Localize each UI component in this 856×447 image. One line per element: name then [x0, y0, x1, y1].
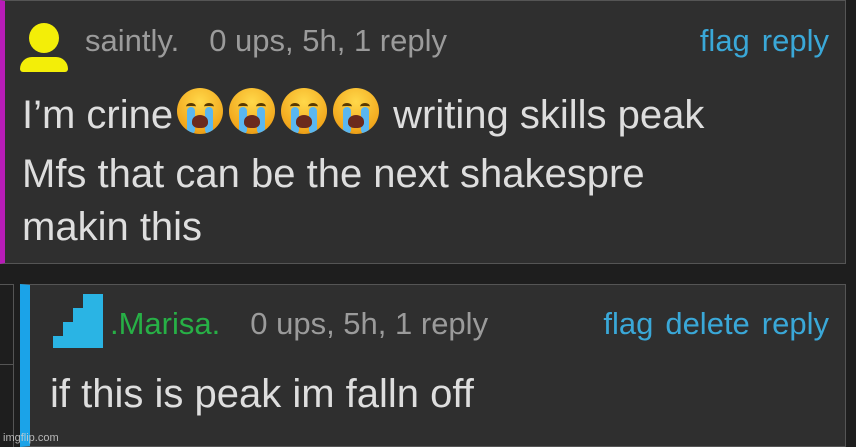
emoji-group [177, 88, 385, 148]
loudly-crying-face-icon [333, 88, 380, 134]
flag-button[interactable]: flag [603, 306, 653, 341]
comment-text-line1-a: I’m crine [22, 93, 174, 137]
user-avatar-icon[interactable] [20, 23, 68, 73]
comment-text-line2: Mfs that can be the next shakespre [22, 152, 645, 196]
comment-text-line1-b: writing skills peak [393, 93, 705, 137]
reply-card: .Marisa. 0 ups, 5h, 1 reply flag delete rep… [20, 284, 846, 447]
delete-button[interactable]: delete [665, 306, 749, 341]
reply-button[interactable]: reply [762, 306, 829, 341]
reply-meta: .Marisa. 0 ups, 5h, 1 reply [110, 306, 488, 342]
thread-guide [0, 284, 14, 364]
reply-username[interactable]: .Marisa. [110, 306, 220, 341]
reply-body: if this is peak im falln off [50, 372, 474, 416]
comment-actions: flag reply [688, 23, 829, 59]
flag-button[interactable]: flag [700, 23, 750, 58]
comment-username[interactable]: saintly. [85, 23, 179, 58]
comment-thread: saintly. 0 ups, 5h, 1 reply flag reply I’m… [0, 0, 856, 447]
comment-stats: 0 ups, 5h, 1 reply [209, 23, 448, 58]
comment-card: saintly. 0 ups, 5h, 1 reply flag reply I’m… [0, 0, 846, 264]
comment-body: I’m crine writing skills peak Mfs that ca… [22, 88, 832, 254]
reply-actions: flag delete reply [591, 306, 829, 342]
reply-stats: 0 ups, 5h, 1 reply [250, 306, 489, 341]
loudly-crying-face-icon [281, 88, 328, 134]
avatar-head [29, 23, 59, 53]
comment-header: saintly. 0 ups, 5h, 1 reply flag reply [5, 17, 845, 72]
comment-meta: saintly. 0 ups, 5h, 1 reply [85, 23, 447, 59]
loudly-crying-face-icon [229, 88, 276, 134]
staircase-avatar-icon[interactable] [53, 294, 103, 348]
avatar-body [20, 57, 68, 72]
comment-text-line3: makin this [22, 205, 203, 249]
reply-button[interactable]: reply [762, 23, 829, 58]
loudly-crying-face-icon [177, 88, 224, 134]
imgflip-watermark: imgflip.com [3, 432, 59, 444]
